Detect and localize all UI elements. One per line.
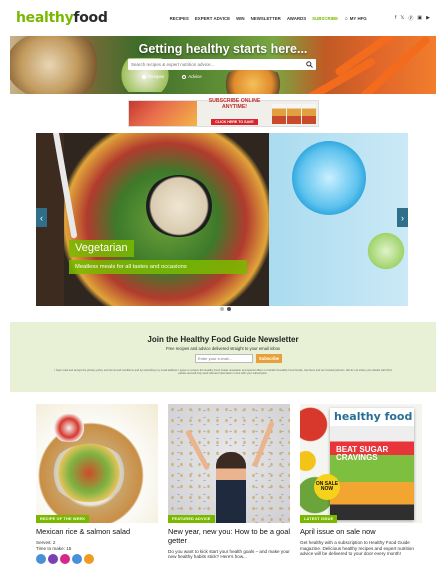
slide-subtitle: Meatless meals for all tastes and occasi… [69, 260, 247, 274]
featured-slider: ‹ › Vegetarian Meatless meals for all ta… [36, 133, 408, 306]
newsletter-section: Join the Healthy Food Guide Newsletter F… [10, 322, 436, 392]
search-option-label: Advice [188, 74, 202, 79]
diet-badge-icon [36, 554, 46, 565]
nav-subscribe[interactable]: SUBSCRIBE [312, 16, 338, 21]
slider-dot-active[interactable] [227, 307, 231, 311]
advice-card-image[interactable]: FEATURED ADVICE [168, 404, 290, 523]
main-nav: RECIPES EXPERT ADVICE WIN NEWSLETTER AWA… [170, 16, 367, 21]
logo-text-main: healthy [16, 10, 74, 26]
hero-banner: Getting healthy starts here... Recipes A… [10, 36, 436, 94]
hero-title: Getting healthy starts here... [138, 42, 308, 56]
hero-food-image-bowl [218, 68, 288, 94]
magazine-card-image[interactable]: healthy food BEAT SUGAR CRAVINGS ON SALE… [300, 404, 422, 523]
slider-dots [220, 307, 231, 311]
slide-title[interactable]: Vegetarian [69, 240, 134, 257]
ad-text: SUBSCRIBE ONLINE ANYTIME! CLICK HERE TO … [197, 98, 272, 128]
recipe-card-image[interactable]: RECIPE OF THE WEEK [36, 404, 158, 523]
card-tag: FEATURED ADVICE [168, 515, 215, 523]
slide-image-lime [366, 229, 406, 273]
magazine-cover-title: healthy food [334, 410, 413, 423]
search-type-options: Recipes Advice [142, 74, 202, 79]
twitter-icon[interactable]: 𝕏 [400, 15, 404, 22]
ad-line-2: ANYTIME! [221, 103, 248, 110]
nav-account[interactable]: ☺ MY HFG [344, 16, 367, 21]
card-tag: RECIPE OF THE WEEK [36, 515, 90, 523]
search-option-advice[interactable]: Advice [182, 74, 202, 79]
site-header: healthyfood RECIPES EXPERT ADVICE WIN NE… [10, 0, 436, 36]
ad-cta-button[interactable]: CLICK HERE TO SAVE [211, 119, 258, 125]
search-box [128, 59, 316, 70]
ad-food-image [129, 101, 197, 126]
recipe-time: Time to make: 15 [36, 545, 72, 551]
card-title[interactable]: April issue on sale now [300, 527, 422, 537]
card-text: Get healthy with a subscription to Healt… [300, 539, 414, 557]
slider-dot[interactable] [220, 307, 224, 311]
diet-badge-icon [84, 554, 94, 565]
search-icon[interactable] [305, 61, 313, 69]
newsletter-title: Join the Healthy Food Guide Newsletter [147, 335, 299, 344]
recipe-serves: Serves: 2 [36, 539, 56, 545]
search-input[interactable] [131, 62, 305, 67]
search-option-label: Recipes [148, 74, 165, 79]
facebook-icon[interactable]: f [395, 15, 396, 22]
search-option-recipes[interactable]: Recipes [142, 74, 164, 79]
magazine-cover-headline: BEAT SUGAR CRAVINGS [336, 445, 389, 462]
ad-magazine-covers [272, 103, 318, 124]
advice-image-woman [216, 452, 246, 523]
instagram-icon[interactable]: ▣ [417, 15, 422, 22]
slider-next-button[interactable]: › [397, 208, 408, 227]
card-title[interactable]: New year, new you: How to be a goal gett… [168, 527, 290, 546]
subscribe-ad-banner[interactable]: SUBSCRIBE ONLINE ANYTIME! CLICK HERE TO … [128, 98, 319, 128]
card-meta: Serves: 2 Time to make: 15 [36, 540, 158, 552]
newsletter-subscribe-button[interactable]: Subscribe [256, 354, 282, 363]
radio-icon [182, 74, 187, 79]
slide-image-glass [292, 141, 366, 215]
on-sale-badge: ON SALE NOW [314, 474, 340, 500]
nav-newsletter[interactable]: NEWSLETTER [251, 16, 281, 21]
slider-prev-button[interactable]: ‹ [36, 208, 47, 227]
advice-card[interactable]: FEATURED ADVICE New year, new you: How t… [168, 404, 290, 560]
card-tag: LATEST ISSUE [300, 515, 338, 523]
recipe-image-salad [50, 444, 128, 502]
slide-image-dip-bowl [144, 175, 214, 237]
nav-account-label: MY HFG [349, 15, 367, 21]
pinterest-icon[interactable]: Ⓟ [408, 15, 413, 22]
youtube-icon[interactable]: ▶ [426, 15, 430, 22]
user-icon: ☺ [344, 15, 349, 21]
card-text: Do you want to kick start your health go… [168, 548, 290, 560]
nav-recipes[interactable]: RECIPES [170, 16, 189, 21]
social-links: f 𝕏 Ⓟ ▣ ▶ [395, 15, 430, 22]
radio-icon [142, 74, 146, 79]
diet-badge-icon [72, 554, 82, 565]
logo-text-accent: food [73, 10, 108, 26]
recipe-image-side-bowl [46, 414, 92, 442]
page: healthyfood RECIPES EXPERT ADVICE WIN NE… [10, 0, 436, 582]
magazine-card[interactable]: healthy food BEAT SUGAR CRAVINGS ON SALE… [300, 404, 422, 557]
newsletter-email-input[interactable] [195, 354, 253, 363]
nav-expert-advice[interactable]: EXPERT ADVICE [195, 16, 230, 21]
card-title[interactable]: Mexican rice & salmon salad [36, 527, 158, 537]
magazine-cover: healthy food BEAT SUGAR CRAVINGS [330, 408, 414, 520]
recipe-card[interactable]: RECIPE OF THE WEEK Mexican rice & salmon… [36, 404, 158, 565]
diet-badges [36, 554, 158, 565]
nav-win[interactable]: WIN [236, 16, 245, 21]
newsletter-fine-print: I have read and accept the privacy polic… [54, 369, 392, 376]
nav-awards[interactable]: AWARDS [287, 16, 306, 21]
site-logo[interactable]: healthyfood [16, 10, 108, 26]
diet-badge-icon [60, 554, 70, 565]
newsletter-subtitle: Free recipes and advice delivered straig… [165, 346, 281, 351]
diet-badge-icon [48, 554, 58, 565]
